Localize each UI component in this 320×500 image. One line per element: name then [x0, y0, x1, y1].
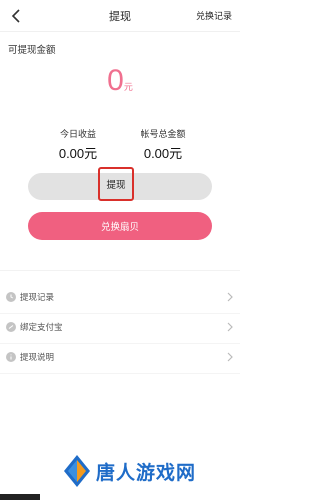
- menu-item-label: 绑定支付宝: [20, 323, 63, 333]
- chevron-right-icon: [227, 322, 233, 332]
- account-total-value: 0.00元: [143, 146, 183, 161]
- menu-item-bind-alipay[interactable]: 绑定支付宝: [0, 314, 240, 344]
- row-divider: [0, 373, 240, 374]
- nav-divider: [0, 31, 240, 32]
- home-indicator: [0, 494, 40, 500]
- menu-item-label: 提现记录: [20, 293, 55, 303]
- chevron-right-icon: [227, 292, 233, 302]
- withdraw-button-label[interactable]: 提现: [98, 167, 134, 201]
- amount-unit: 元: [123, 83, 133, 93]
- menu-item-withdraw-records[interactable]: 提现记录: [0, 284, 240, 314]
- withdrawable-amount-label: 可提现金额: [8, 45, 56, 56]
- today-earnings-label: 今日收益: [59, 130, 96, 140]
- withdrawable-amount: 0元: [0, 64, 240, 98]
- menu-item-withdraw-instructions[interactable]: 提现说明: [0, 344, 240, 374]
- today-earnings-value: 0.00元: [58, 146, 98, 161]
- menu-item-label: 提现说明: [20, 353, 55, 363]
- account-total-label: 帐号总金额: [140, 130, 186, 140]
- link-icon: [6, 322, 16, 332]
- chevron-right-icon: [227, 352, 233, 362]
- exchange-shells-button[interactable]: 兑换扇贝: [28, 212, 212, 240]
- info-icon: [6, 352, 16, 362]
- watermark-logo: [64, 455, 90, 487]
- clock-icon: [6, 292, 16, 302]
- amount-value: 0: [107, 64, 124, 97]
- exchange-record-link[interactable]: 兑换记录: [196, 9, 232, 22]
- nav-bar: 提现 兑换记录: [0, 0, 240, 32]
- watermark-text: 唐人游戏网: [96, 462, 197, 484]
- section-divider: [0, 270, 240, 271]
